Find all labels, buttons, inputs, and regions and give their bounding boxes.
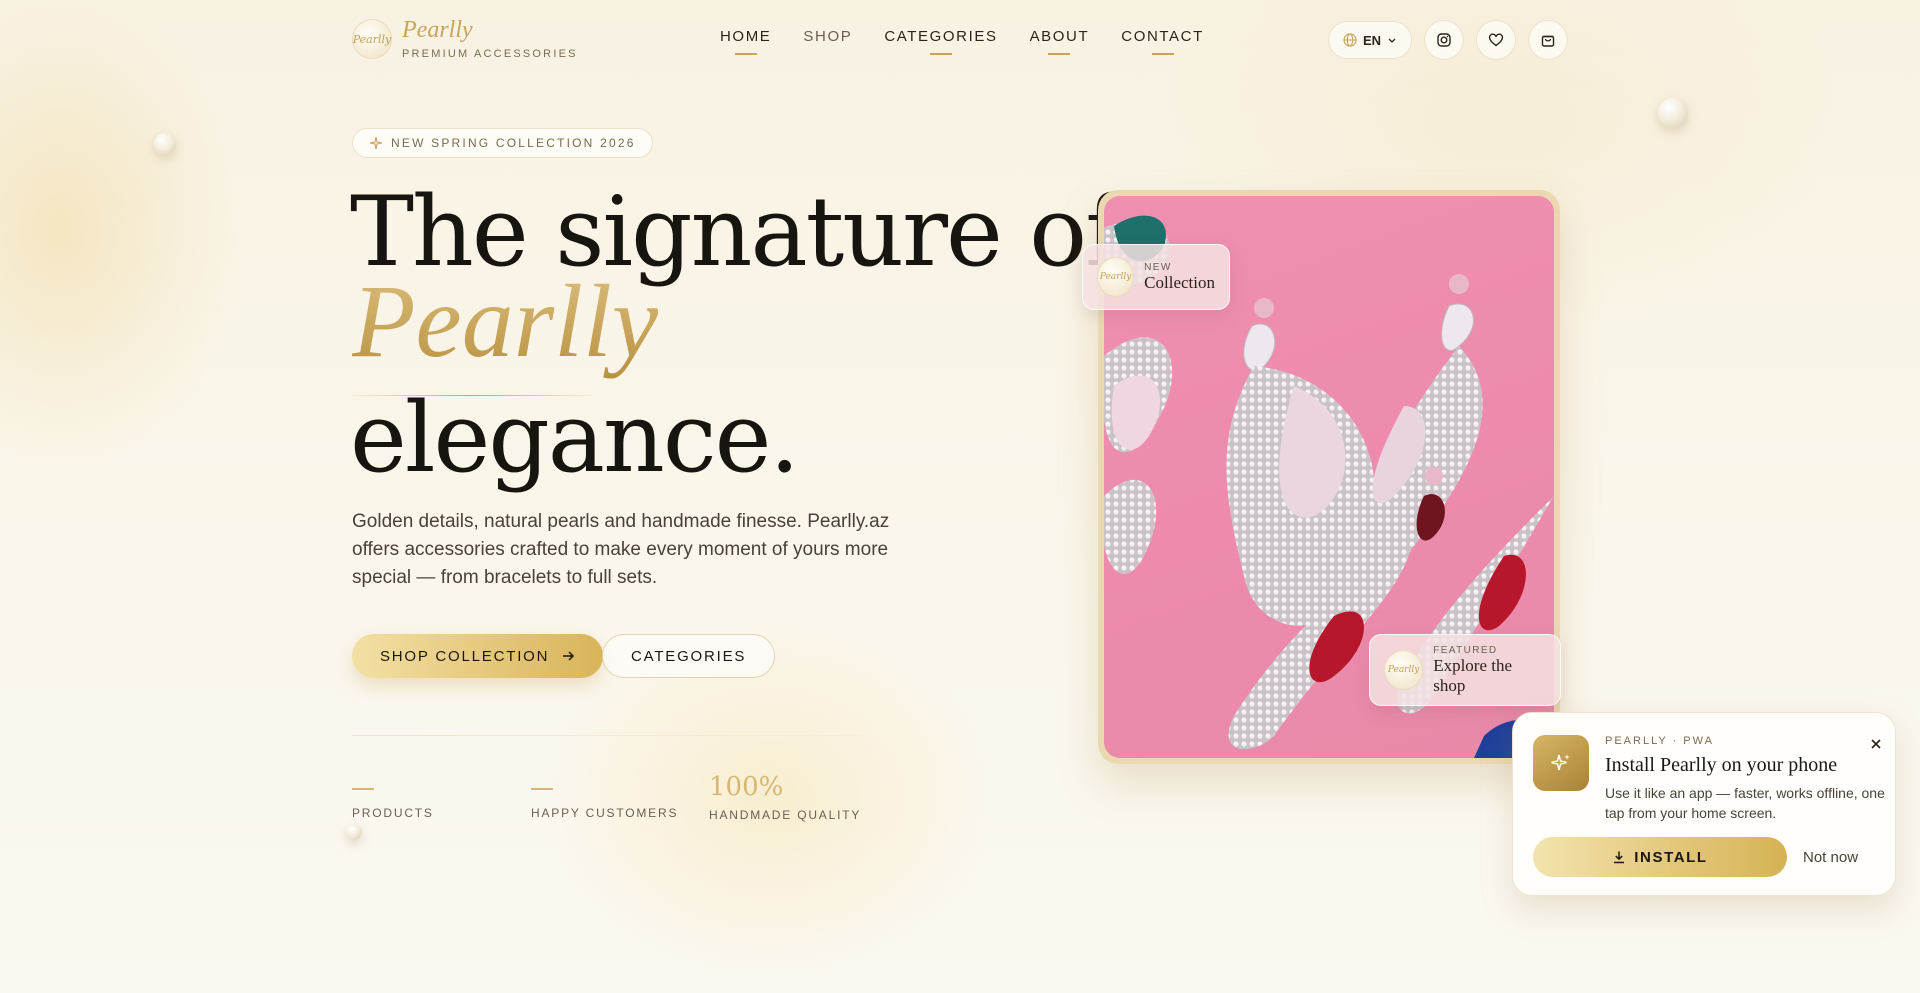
cart-button[interactable]: [1528, 20, 1569, 60]
brand-logo-text: Pearlly: [352, 32, 392, 46]
card-logo-text: Pearlly: [1387, 665, 1420, 675]
shop-collection-button[interactable]: SHOP COLLECTION: [352, 634, 604, 678]
instagram-icon: [1437, 33, 1451, 47]
collection-badge-text: NEW SPRING COLLECTION 2026: [391, 136, 636, 150]
card-logo-text: Pearlly: [1099, 272, 1132, 282]
pwa-description: Use it like an app — faster, works offli…: [1605, 785, 1885, 821]
brand-logo-link[interactable]: Pearlly Pearlly PREMIUM ACCESSORIES: [352, 18, 578, 60]
decorative-pearl: [154, 133, 176, 155]
hero-title-line2: Pearlly: [352, 262, 658, 382]
stat-placeholder: [352, 788, 374, 790]
pwa-title: Install Pearlly on your phone: [1605, 754, 1838, 776]
nav-contact[interactable]: CONTACT: [1121, 28, 1204, 55]
nav-home[interactable]: HOME: [720, 28, 771, 55]
brand-name: Pearlly: [402, 17, 473, 43]
install-button[interactable]: INSTALL: [1533, 837, 1787, 877]
nav-shop[interactable]: SHOP: [803, 28, 852, 55]
header-actions: EN: [1328, 20, 1569, 60]
nav-about[interactable]: ABOUT: [1030, 28, 1090, 55]
install-label: INSTALL: [1634, 848, 1708, 866]
collection-badge: NEW SPRING COLLECTION 2026: [352, 128, 653, 158]
categories-button[interactable]: CATEGORIES: [602, 634, 776, 678]
decorative-pearl: [346, 824, 362, 840]
sparkle-icon: [1551, 754, 1570, 771]
stat-customers: HAPPY CUSTOMERS: [531, 772, 678, 820]
sparkle-icon: [369, 136, 383, 150]
stat-placeholder: [531, 788, 553, 790]
instagram-button[interactable]: [1424, 20, 1465, 60]
globe-icon: [1343, 33, 1357, 47]
shopping-bag-icon: [1541, 35, 1555, 47]
hero-description: Golden details, natural pearls and handm…: [352, 511, 890, 588]
nav-categories[interactable]: CATEGORIES: [884, 28, 997, 55]
pwa-install-prompt: PEARLLY · PWA Install Pearlly on your ph…: [1512, 712, 1896, 896]
language-label: EN: [1363, 32, 1382, 48]
stat-handmade-value: 100%: [709, 772, 784, 802]
arrow-right-icon: [563, 651, 575, 661]
new-card-title: Collection: [1144, 272, 1215, 292]
stat-customers-label: HAPPY CUSTOMERS: [531, 806, 679, 820]
main-nav: HOME SHOP CATEGORIES ABOUT CONTACT: [720, 28, 1204, 55]
heart-icon: [1488, 33, 1504, 47]
site-header: Pearlly Pearlly PREMIUM ACCESSORIES HOME…: [0, 0, 1920, 80]
featured-card-kicker: FEATURED: [1433, 644, 1498, 656]
wishlist-button[interactable]: [1476, 20, 1517, 60]
card-logo: Pearlly: [1384, 650, 1424, 690]
app-icon: [1533, 735, 1589, 791]
shop-collection-label: SHOP COLLECTION: [380, 647, 550, 665]
download-icon: [1614, 851, 1625, 864]
categories-button-label: CATEGORIES: [631, 647, 747, 665]
stat-handmade-label: HANDMADE QUALITY: [709, 808, 862, 822]
card-logo: Pearlly: [1097, 257, 1135, 297]
hero-title-line3: elegance.: [350, 382, 800, 494]
stat-products: PRODUCTS: [352, 772, 434, 820]
language-selector[interactable]: EN: [1328, 21, 1413, 59]
new-card-kicker: NEW: [1144, 261, 1172, 273]
stats-divider: [352, 735, 864, 736]
close-icon[interactable]: [1867, 735, 1885, 753]
featured-shop-card[interactable]: Pearlly FEATURED Explore the shop: [1369, 634, 1561, 706]
pwa-kicker: PEARLLY · PWA: [1605, 735, 1714, 747]
featured-card-title: Explore the shop: [1433, 655, 1513, 695]
stat-products-label: PRODUCTS: [352, 806, 434, 820]
brand-logo-badge: Pearlly: [352, 19, 392, 59]
not-now-button[interactable]: Not now: [1803, 837, 1858, 877]
brand-tagline: PREMIUM ACCESSORIES: [402, 48, 578, 60]
chevron-down-icon: [1388, 38, 1396, 43]
decorative-pearl: [1658, 98, 1688, 128]
stat-handmade: 100% HANDMADE QUALITY: [709, 770, 861, 822]
new-collection-card[interactable]: Pearlly NEW Collection: [1082, 244, 1230, 310]
